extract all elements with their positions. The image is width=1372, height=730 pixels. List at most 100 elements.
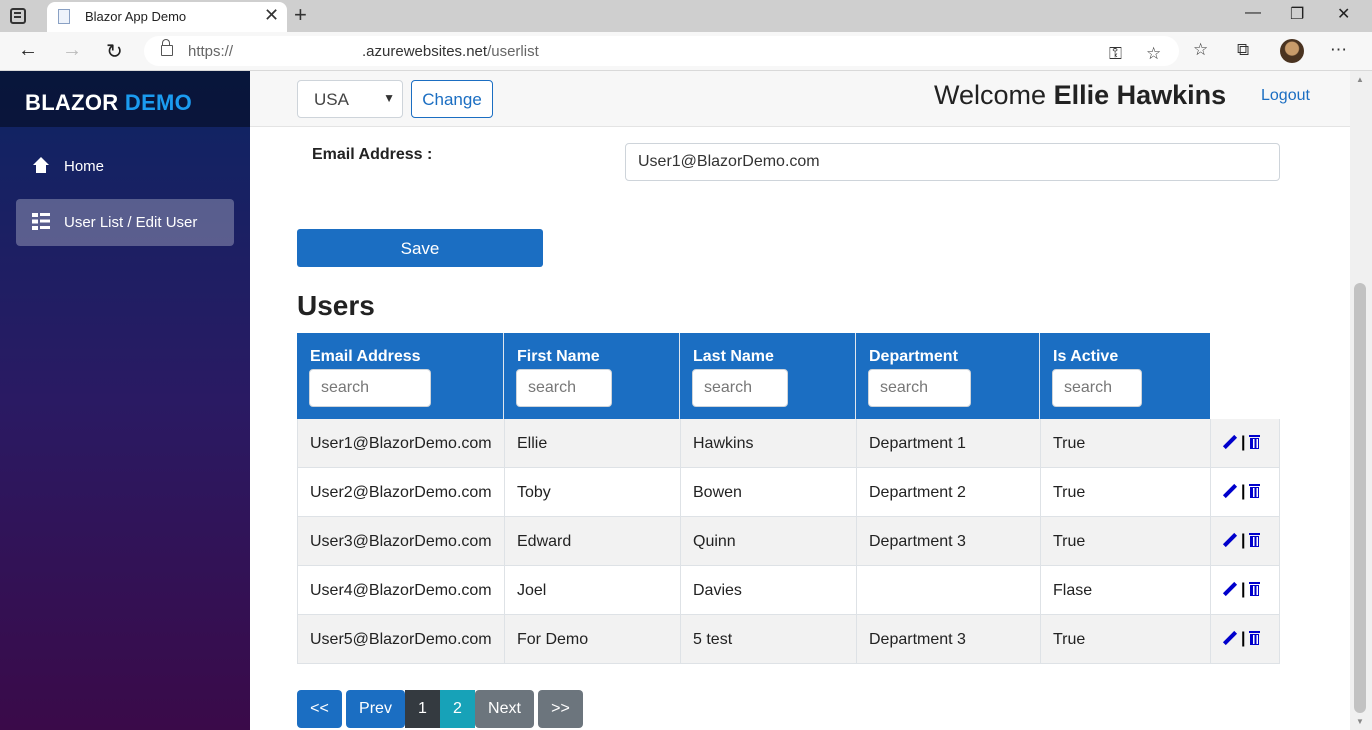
page-1-button[interactable]: 1 [405, 690, 440, 728]
save-button[interactable]: Save [297, 229, 543, 267]
first-page-button[interactable]: << [297, 690, 342, 728]
cell-department: Department 3 [856, 517, 1040, 565]
sidebar: BLAZOR DEMO Home User List / Edit User [0, 71, 250, 730]
action-separator: | [1241, 434, 1246, 451]
is-active-search-input[interactable]: search [1052, 369, 1142, 407]
action-separator: | [1241, 630, 1246, 647]
browser-address-bar: ← → ↻ https:// .azurewebsites.net/userli… [0, 32, 1372, 71]
logout-link[interactable]: Logout [1261, 87, 1310, 105]
chevron-down-icon: ▼ [383, 91, 395, 105]
cell-first-name: For Demo [504, 615, 680, 663]
prev-page-button[interactable]: Prev [346, 690, 405, 728]
add-favorite-icon[interactable]: ☆ [1146, 44, 1161, 64]
scroll-up-icon[interactable]: ▲ [1356, 75, 1364, 84]
sidebar-item-label: Home [64, 158, 105, 175]
welcome-prefix: Welcome [934, 80, 1047, 110]
cell-actions: | [1210, 566, 1280, 614]
cell-is-active: True [1040, 419, 1210, 467]
list-icon [32, 213, 50, 231]
table-row: User4@BlazorDemo.com Joel Davies Flase | [297, 566, 1280, 615]
url-field[interactable]: https:// .azurewebsites.net/userlist ⚿ ☆ [144, 36, 1179, 66]
edit-icon[interactable] [1223, 631, 1237, 645]
new-tab-button[interactable]: + [294, 2, 307, 28]
brand-name-part1: BLAZOR [25, 90, 119, 115]
brand-name-part2: DEMO [124, 90, 193, 115]
email-search-input[interactable]: search [309, 369, 431, 407]
profile-avatar[interactable] [1280, 39, 1304, 63]
column-label: Department [869, 348, 958, 365]
cell-is-active: True [1040, 468, 1210, 516]
browser-tab[interactable]: Blazor App Demo ✕ [47, 2, 287, 32]
cell-department: Department 2 [856, 468, 1040, 516]
last-page-button[interactable]: >> [538, 690, 583, 728]
cell-first-name: Edward [504, 517, 680, 565]
table-row: User1@BlazorDemo.com Ellie Hawkins Depar… [297, 419, 1280, 468]
page-2-button[interactable]: 2 [440, 690, 475, 728]
scroll-thumb[interactable] [1354, 283, 1366, 713]
cell-first-name: Ellie [504, 419, 680, 467]
lock-icon[interactable] [161, 39, 173, 56]
scroll-down-icon[interactable]: ▼ [1356, 717, 1364, 726]
cell-last-name: Hawkins [680, 419, 856, 467]
sidebar-item-user-list[interactable]: User List / Edit User [16, 199, 234, 246]
close-window-button[interactable]: ✕ [1337, 4, 1350, 24]
delete-icon[interactable] [1249, 484, 1261, 498]
email-field[interactable]: User1@BlazorDemo.com [625, 143, 1280, 181]
cell-department: Department 1 [856, 419, 1040, 467]
url-path: /userlist [487, 43, 539, 60]
page-scrollbar[interactable]: ▲ ▼ [1350, 71, 1372, 730]
table-row: User3@BlazorDemo.com Edward Quinn Depart… [297, 517, 1280, 566]
table-row: User2@BlazorDemo.com Toby Bowen Departme… [297, 468, 1280, 517]
table-row: User5@BlazorDemo.com For Demo 5 test Dep… [297, 615, 1280, 664]
cell-department: Department 3 [856, 615, 1040, 663]
cell-email: User2@BlazorDemo.com [297, 468, 504, 516]
change-button[interactable]: Change [411, 80, 493, 118]
more-menu-icon[interactable]: ⋯ [1330, 40, 1347, 60]
delete-icon[interactable] [1249, 582, 1261, 596]
country-select[interactable]: USA ▼ [297, 80, 403, 118]
last-name-search-input[interactable]: search [692, 369, 788, 407]
back-button[interactable]: ← [18, 39, 38, 62]
reload-button[interactable]: ↻ [106, 39, 123, 64]
url-host: .azurewebsites.net [362, 43, 488, 60]
action-separator: | [1241, 483, 1246, 500]
sidebar-item-label: User List / Edit User [64, 214, 198, 231]
tab-actions-icon[interactable] [10, 8, 26, 24]
action-separator: | [1241, 532, 1246, 549]
edit-icon[interactable] [1223, 582, 1237, 596]
restore-button[interactable]: ❐ [1290, 4, 1304, 24]
favorites-icon[interactable]: ☆ [1193, 40, 1208, 60]
cell-email: User1@BlazorDemo.com [297, 419, 504, 467]
user-name: Ellie Hawkins [1053, 80, 1227, 110]
cell-actions: | [1210, 468, 1280, 516]
cell-last-name: Quinn [680, 517, 856, 565]
delete-icon[interactable] [1249, 435, 1261, 449]
column-header-email: Email Address search [297, 333, 504, 419]
next-page-button[interactable]: Next [475, 690, 534, 728]
cell-email: User5@BlazorDemo.com [297, 615, 504, 663]
forward-button[interactable]: → [62, 39, 82, 62]
collections-icon[interactable]: ⧉ [1237, 40, 1249, 60]
key-icon[interactable]: ⚿ [1109, 44, 1122, 64]
edit-icon[interactable] [1223, 533, 1237, 547]
cell-last-name: Bowen [680, 468, 856, 516]
minimize-button[interactable]: — [1245, 4, 1261, 22]
tab-close-icon[interactable]: ✕ [264, 5, 279, 26]
column-label: Last Name [693, 348, 774, 365]
edit-icon[interactable] [1223, 435, 1237, 449]
brand-logo[interactable]: BLAZOR DEMO [0, 71, 250, 127]
url-text: .azurewebsites.net/userlist [362, 43, 539, 60]
delete-icon[interactable] [1249, 533, 1261, 547]
cell-is-active: Flase [1040, 566, 1210, 614]
cell-first-name: Toby [504, 468, 680, 516]
first-name-search-input[interactable]: search [516, 369, 612, 407]
column-header-is-active: Is Active search [1040, 333, 1210, 419]
edit-icon[interactable] [1223, 484, 1237, 498]
department-search-input[interactable]: search [868, 369, 971, 407]
action-separator: | [1241, 581, 1246, 598]
table-header: Email Address search First Name search L… [297, 333, 1210, 419]
sidebar-item-home[interactable]: Home [16, 143, 234, 190]
delete-icon[interactable] [1249, 631, 1261, 645]
browser-tab-bar: Blazor App Demo ✕ + — ❐ ✕ [0, 0, 1372, 32]
column-label: Email Address [310, 348, 421, 365]
